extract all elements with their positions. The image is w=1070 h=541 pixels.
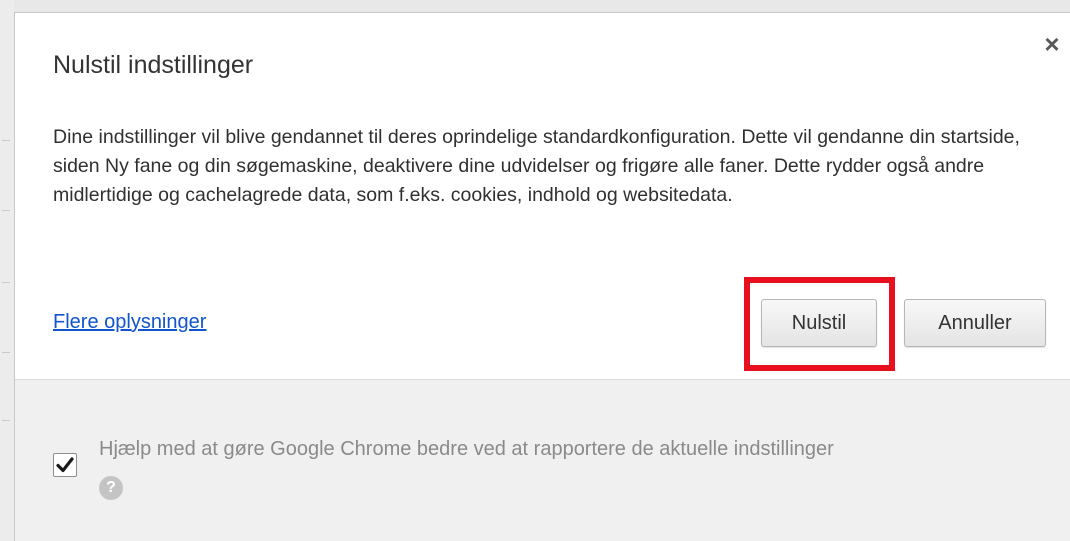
close-icon[interactable]: × xyxy=(1037,29,1067,59)
background-page-top xyxy=(0,0,1070,12)
help-icon[interactable]: ? xyxy=(99,476,123,500)
report-settings-label: Hjælp med at gøre Google Chrome bedre ve… xyxy=(99,438,834,460)
reset-settings-dialog: Nulstil indstillinger × Dine indstilling… xyxy=(14,12,1070,541)
background-tick xyxy=(2,282,10,283)
background-tick xyxy=(2,210,10,211)
background-tick xyxy=(2,420,10,421)
report-settings-checkbox[interactable] xyxy=(53,453,77,477)
dialog-footer: Hjælp med at gøre Google Chrome bedre ve… xyxy=(15,379,1070,541)
checkmark-icon xyxy=(56,457,74,473)
background-page-edge xyxy=(0,0,14,541)
dialog-description: Dine indstillinger vil blive gendannet t… xyxy=(53,126,1020,206)
reset-button[interactable]: Nulstil xyxy=(761,299,877,347)
cancel-button[interactable]: Annuller xyxy=(904,299,1046,347)
background-tick xyxy=(2,352,10,353)
learn-more-link[interactable]: Flere oplysninger xyxy=(53,311,206,334)
dialog-title: Nulstil indstillinger xyxy=(53,51,254,79)
background-tick xyxy=(2,140,10,141)
